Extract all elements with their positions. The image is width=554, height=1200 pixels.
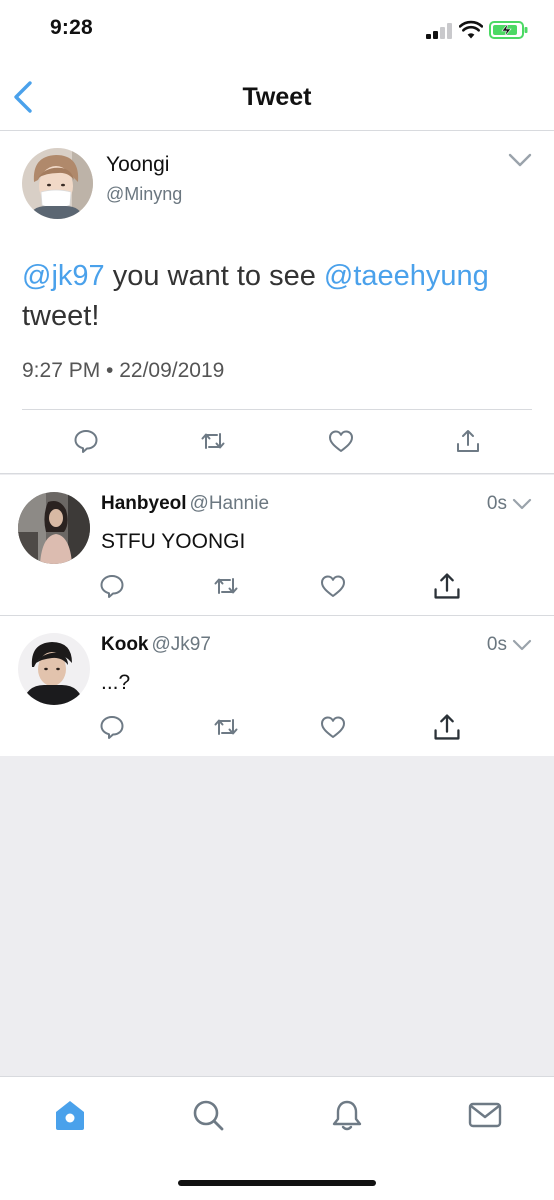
notifications-icon[interactable]: [329, 1097, 365, 1133]
main-tweet: Yoongi @Minyng @jk97 you want to see @ta…: [0, 131, 554, 474]
chevron-down-icon[interactable]: [512, 497, 532, 511]
reply-text: STFU YOONGI: [101, 530, 246, 553]
nav-bar: Tweet: [0, 62, 554, 131]
chevron-down-icon[interactable]: [508, 152, 532, 168]
chevron-down-icon[interactable]: [512, 638, 532, 652]
messages-icon[interactable]: [467, 1097, 503, 1133]
reply-icon[interactable]: [98, 713, 126, 741]
reply-author-handle[interactable]: @Jk97: [152, 634, 211, 655]
share-icon[interactable]: [431, 711, 463, 743]
cellular-signal-icon: [426, 23, 452, 39]
reply-text: ...?: [101, 671, 131, 694]
tweet-text-part: tweet!: [22, 300, 100, 332]
reply-author-handle[interactable]: @Hannie: [190, 493, 270, 514]
reply-icon[interactable]: [72, 427, 100, 455]
author-name[interactable]: Yoongi: [106, 153, 169, 177]
reply-time: 0s: [486, 493, 507, 514]
author-handle[interactable]: @Minyng: [106, 184, 182, 205]
page-title: Tweet: [242, 83, 312, 111]
battery-charging-icon: [489, 21, 528, 39]
tweet-text-part: you want to see: [104, 260, 324, 292]
reply-header: Hanbyeol @Hannie: [101, 493, 269, 515]
search-icon[interactable]: [190, 1097, 226, 1133]
reply-header: Kook @Jk97: [101, 634, 211, 656]
retweet-icon[interactable]: [212, 572, 240, 600]
share-icon[interactable]: [431, 570, 463, 602]
tweet-text: @jk97 you want to see @taeehyung tweet!: [22, 256, 532, 336]
share-icon[interactable]: [454, 427, 482, 455]
home-indicator[interactable]: [178, 1180, 376, 1186]
avatar[interactable]: [22, 148, 93, 219]
reply-time: 0s: [486, 634, 507, 655]
retweet-icon[interactable]: [199, 427, 227, 455]
status-time: 9:28: [50, 16, 93, 39]
divider: [22, 409, 532, 410]
mention-link[interactable]: @jk97: [22, 260, 105, 292]
mention-link[interactable]: @taeehyung: [324, 260, 489, 292]
reply-author-name[interactable]: Hanbyeol: [101, 493, 187, 514]
like-icon[interactable]: [327, 427, 355, 455]
reply-tweet[interactable]: Kook @Jk97 0s ...?: [0, 616, 554, 756]
tweet-timestamp: 9:27 PM • 22/09/2019: [22, 359, 225, 382]
like-icon[interactable]: [319, 572, 347, 600]
home-icon[interactable]: [52, 1097, 88, 1133]
avatar[interactable]: [18, 492, 90, 564]
reply-tweet[interactable]: Hanbyeol @Hannie 0s STFU YOONGI: [0, 475, 554, 616]
reply-icon[interactable]: [98, 572, 126, 600]
wifi-icon: [459, 20, 483, 39]
retweet-icon[interactable]: [212, 713, 240, 741]
reply-author-name[interactable]: Kook: [101, 634, 149, 655]
avatar[interactable]: [18, 633, 90, 705]
like-icon[interactable]: [319, 713, 347, 741]
status-bar: 9:28: [0, 0, 554, 62]
